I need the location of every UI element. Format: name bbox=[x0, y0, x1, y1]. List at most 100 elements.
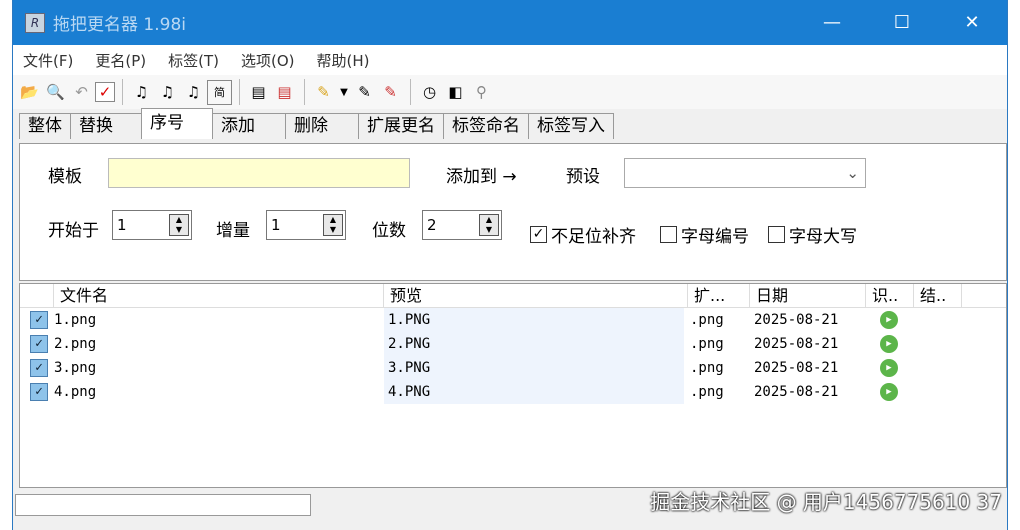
cell-date: 2025-08-21 bbox=[754, 384, 839, 400]
menu-tag[interactable]: 标签(T) bbox=[168, 50, 219, 71]
panel-icon[interactable]: ◧ bbox=[443, 80, 468, 105]
tab-tag-naming[interactable]: 标签命名 bbox=[443, 113, 529, 139]
table-row[interactable]: ✓ 1.png 1.PNG .png 2025-08-21 ▶ bbox=[20, 308, 1006, 332]
app-window: R 拖把更名器 1.98i — ☐ ✕ 文件(F) 更名(P) 标签(T) 选项… bbox=[12, 0, 1008, 530]
preset-select[interactable]: ⌄ bbox=[624, 158, 866, 188]
sequence-panel: 模板 添加到 → 预设 ⌄ 开始于 1 ▲ ▼ 增量 1 ▲ ▼ 位数 2 ▲ ▼ ✓ 不足位… bbox=[19, 143, 1007, 281]
table-row[interactable]: ✓ 3.png 3.PNG .png 2025-08-21 ▶ bbox=[20, 356, 1006, 380]
menu-options[interactable]: 选项(O) bbox=[241, 50, 295, 71]
cell-ext: .png bbox=[690, 384, 724, 400]
document-remove-icon[interactable]: ▤ bbox=[272, 80, 297, 105]
start-stepper[interactable]: 1 ▲ ▼ bbox=[112, 210, 192, 240]
increment-stepper[interactable]: 1 ▲ ▼ bbox=[266, 210, 346, 240]
pad-label: 不足位补齐 bbox=[551, 227, 636, 247]
cell-preview: 1.PNG bbox=[384, 308, 684, 332]
open-folder-icon[interactable]: 📂 bbox=[17, 80, 42, 105]
tab-add[interactable]: 添加 bbox=[212, 113, 286, 139]
tab-delete[interactable]: 删除 bbox=[285, 113, 359, 139]
cell-filename: 1.png bbox=[54, 312, 97, 328]
spin-icon[interactable]: ▲ ▼ bbox=[323, 214, 343, 236]
tab-overall[interactable]: 整体 bbox=[19, 113, 71, 139]
file-list: 文件名 预览 扩... 日期 识.. 结.. ✓ 1.png 1.PNG .pn… bbox=[19, 283, 1007, 488]
cell-date: 2025-08-21 bbox=[754, 336, 839, 352]
cell-date: 2025-08-21 bbox=[754, 360, 839, 376]
tab-bar: 整体 替换 序号 添加 删除 扩展更名 标签命名 标签写入 bbox=[13, 108, 1007, 139]
table-row[interactable]: ✓ 4.png 4.PNG .png 2025-08-21 ▶ bbox=[20, 380, 1006, 404]
cell-ext: .png bbox=[690, 336, 724, 352]
uppercase-label: 字母大写 bbox=[789, 227, 857, 247]
pin-icon[interactable]: ⚲ bbox=[469, 80, 494, 105]
start-label: 开始于 bbox=[48, 221, 99, 241]
maximize-button[interactable]: ☐ bbox=[867, 0, 937, 45]
rows: ✓ 1.png 1.PNG .png 2025-08-21 ▶ ✓ 2.png 2… bbox=[20, 308, 1006, 404]
row-checkbox[interactable]: ✓ bbox=[30, 359, 48, 377]
clock-icon[interactable]: ◷ bbox=[417, 80, 442, 105]
music-tag-up-icon[interactable]: ♫ bbox=[181, 80, 206, 105]
col-preview[interactable]: 预览 bbox=[384, 284, 688, 307]
undo-icon[interactable]: ↶ bbox=[69, 80, 94, 105]
list-header: 文件名 预览 扩... 日期 识.. 结.. bbox=[20, 284, 1006, 308]
check-icon[interactable]: ✓ bbox=[95, 82, 115, 102]
minimize-button[interactable]: — bbox=[797, 0, 867, 45]
pen-delete-icon[interactable]: ✎ bbox=[378, 80, 403, 105]
document-icon[interactable]: ▤ bbox=[246, 80, 271, 105]
col-ext[interactable]: 扩... bbox=[688, 284, 750, 307]
play-status-icon: ▶ bbox=[880, 335, 898, 353]
cell-preview: 2.PNG bbox=[384, 332, 684, 356]
row-checkbox[interactable]: ✓ bbox=[30, 383, 48, 401]
play-status-icon: ▶ bbox=[880, 359, 898, 377]
menu-rename[interactable]: 更名(P) bbox=[95, 50, 146, 71]
letter-number-checkbox[interactable]: 字母编号 bbox=[660, 222, 749, 247]
letter-number-label: 字母编号 bbox=[681, 227, 749, 247]
cell-filename: 3.png bbox=[54, 360, 97, 376]
menu-bar: 文件(F) 更名(P) 标签(T) 选项(O) 帮助(H) bbox=[13, 45, 1007, 75]
pen-folder-icon[interactable]: ✎ bbox=[311, 80, 336, 105]
window-title: 拖把更名器 1.98i bbox=[53, 15, 186, 35]
search-icon[interactable]: 🔍 bbox=[43, 80, 68, 105]
col-date[interactable]: 日期 bbox=[750, 284, 866, 307]
tab-tag-write[interactable]: 标签写入 bbox=[528, 113, 614, 139]
tab-replace[interactable]: 替换 bbox=[70, 113, 142, 139]
app-icon: R bbox=[25, 12, 45, 33]
play-status-icon: ▶ bbox=[880, 311, 898, 329]
template-input[interactable] bbox=[108, 158, 410, 188]
cell-filename: 2.png bbox=[54, 336, 97, 352]
checkmark-icon: ✓ bbox=[530, 226, 547, 243]
cell-preview: 3.PNG bbox=[384, 356, 684, 380]
row-checkbox[interactable]: ✓ bbox=[30, 311, 48, 329]
music-tag-icon[interactable]: ♫ bbox=[129, 80, 154, 105]
music-tag-down-icon[interactable]: ♫ bbox=[155, 80, 180, 105]
add-to-label: 添加到 → bbox=[446, 167, 517, 187]
chevron-down-icon: ⌄ bbox=[846, 164, 859, 182]
digits-stepper[interactable]: 2 ▲ ▼ bbox=[422, 210, 502, 240]
cell-date: 2025-08-21 bbox=[754, 312, 839, 328]
uppercase-checkbox[interactable]: 字母大写 bbox=[768, 222, 857, 247]
play-status-icon: ▶ bbox=[880, 383, 898, 401]
menu-file[interactable]: 文件(F) bbox=[23, 50, 73, 71]
pen-edit-icon[interactable]: ✎ bbox=[352, 80, 377, 105]
tab-extension[interactable]: 扩展更名 bbox=[358, 113, 444, 139]
simplified-icon[interactable]: 简 bbox=[207, 79, 232, 105]
pad-checkbox[interactable]: ✓ 不足位补齐 bbox=[530, 222, 636, 247]
table-row[interactable]: ✓ 2.png 2.PNG .png 2025-08-21 ▶ bbox=[20, 332, 1006, 356]
col-filename[interactable]: 文件名 bbox=[54, 284, 384, 307]
cell-preview: 4.PNG bbox=[384, 380, 684, 404]
menu-help[interactable]: 帮助(H) bbox=[316, 50, 369, 71]
spin-icon[interactable]: ▲ ▼ bbox=[169, 214, 189, 236]
close-button[interactable]: ✕ bbox=[937, 0, 1007, 45]
preset-label: 预设 bbox=[566, 167, 600, 187]
increment-label: 增量 bbox=[216, 221, 250, 241]
dropdown-arrow-icon[interactable]: ▼ bbox=[337, 80, 351, 105]
cell-filename: 4.png bbox=[54, 384, 97, 400]
cell-ext: .png bbox=[690, 360, 724, 376]
cell-ext: .png bbox=[690, 312, 724, 328]
row-checkbox[interactable]: ✓ bbox=[30, 335, 48, 353]
status-bar bbox=[15, 494, 311, 516]
template-label: 模板 bbox=[48, 167, 82, 187]
tab-sequence[interactable]: 序号 bbox=[141, 108, 213, 139]
spin-icon[interactable]: ▲ ▼ bbox=[479, 214, 499, 236]
col-recog[interactable]: 识.. bbox=[866, 284, 914, 307]
toolbar: 📂 🔍 ↶ ✓ ♫ ♫ ♫ 简 ▤ ▤ ✎ ▼ ✎ ✎ ◷ ◧ ⚲ bbox=[13, 75, 1007, 109]
digits-label: 位数 bbox=[372, 221, 406, 241]
col-result[interactable]: 结.. bbox=[914, 284, 962, 307]
